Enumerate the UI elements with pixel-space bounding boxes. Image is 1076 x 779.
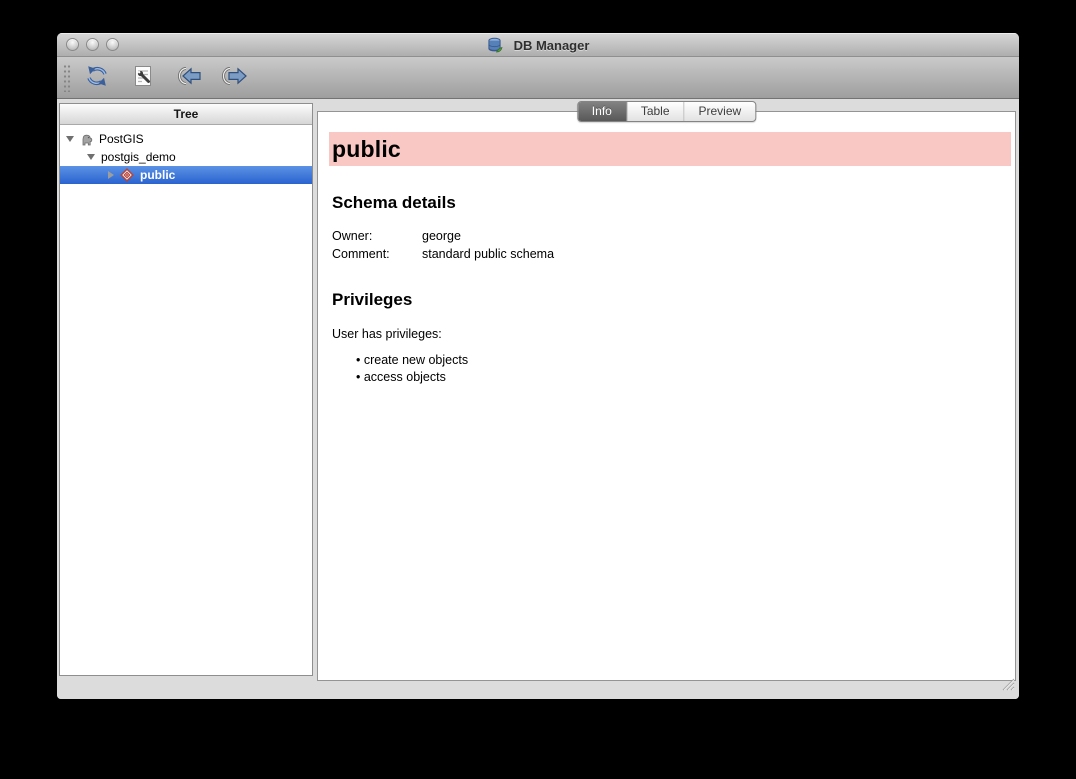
main-area: Tree PostGIS postgis_demo [57,100,1019,699]
import-layer-button[interactable] [171,61,207,95]
sidebar-item-label: public [140,168,175,182]
db-manager-window: DB Manager [57,33,1019,699]
sql-window-icon [131,64,155,91]
schema-details-table: Owner: george Comment: standard public s… [329,227,1011,263]
export-file-button[interactable] [217,61,253,95]
schema-icon [120,168,134,182]
table-row: Owner: george [332,227,1011,245]
tab-info[interactable]: Info [578,102,626,121]
refresh-button[interactable] [79,61,115,95]
schema-title: public [329,132,1011,166]
postgis-connection-icon [80,133,93,146]
sidebar-item-postgis-demo[interactable]: postgis_demo [60,148,312,166]
detail-label: Comment: [332,245,422,263]
import-layer-icon [175,64,203,91]
tab-table[interactable]: Table [626,102,684,121]
toolbar [57,57,1019,99]
window-title: DB Manager [514,38,590,53]
detail-label: Owner: [332,227,422,245]
sidebar-item-label: PostGIS [99,132,144,146]
refresh-icon [84,64,110,91]
disclosure-down-icon[interactable] [87,154,95,160]
sidebar-item-public[interactable]: public [60,166,312,184]
resize-grip[interactable] [1002,678,1015,696]
tree-panel: Tree PostGIS postgis_demo [59,103,313,676]
info-panel: Info Table Preview public Schema details… [317,111,1016,681]
titlebar: DB Manager [57,33,1019,57]
toolbar-drag-handle[interactable] [63,64,71,92]
tab-bar: Info Table Preview [577,101,756,122]
detail-value: george [422,227,461,245]
sidebar-item-postgis[interactable]: PostGIS [60,130,312,148]
list-item: access objects [356,369,1011,386]
disclosure-down-icon[interactable] [66,136,74,142]
table-row: Comment: standard public schema [332,245,1011,263]
sql-window-button[interactable] [125,61,161,95]
sidebar-item-label: postgis_demo [101,150,176,164]
tab-preview[interactable]: Preview [684,102,756,121]
info-content: public Schema details Owner: george Comm… [318,112,1015,385]
database-icon [487,37,503,53]
detail-value: standard public schema [422,245,554,263]
list-item: create new objects [356,352,1011,369]
window-title-area: DB Manager [57,33,1019,57]
tree-body: PostGIS postgis_demo [60,125,312,184]
disclosure-right-icon[interactable] [108,171,114,179]
export-file-icon [221,64,249,91]
privileges-heading: Privileges [332,290,1011,310]
privileges-list: create new objects access objects [356,352,1011,385]
tree-panel-header: Tree [60,104,312,125]
schema-details-heading: Schema details [332,193,1011,213]
privileges-intro: User has privileges: [332,327,1011,341]
